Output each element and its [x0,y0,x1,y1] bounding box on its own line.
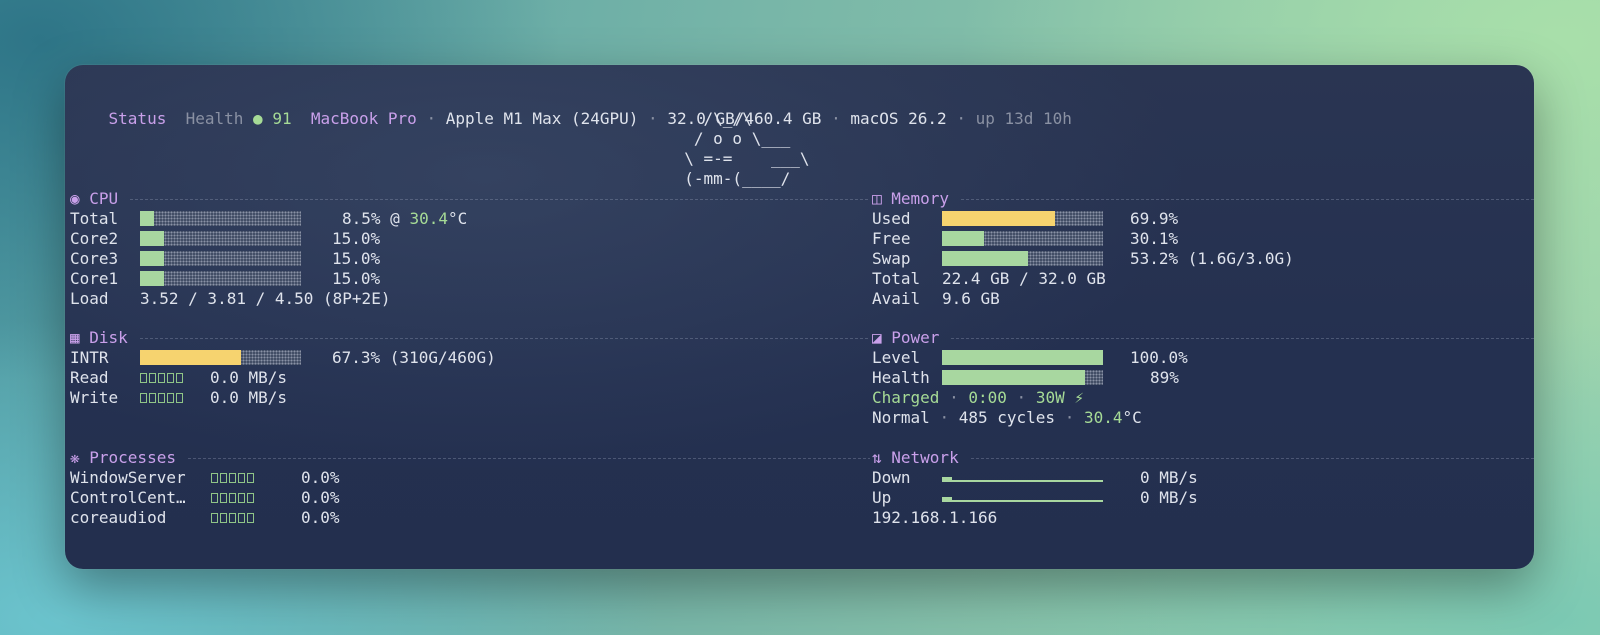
cpu-title: ◉ CPU [70,189,119,208]
process-name: ControlCent… [70,488,186,507]
processes-title: ❋ Processes [70,448,176,467]
process-cpu-value: 0.0% [301,488,340,507]
memory-avail-label: Avail [872,289,921,308]
process-name: WindowServer [70,468,186,487]
process-cpu-value: 0.0% [301,508,340,527]
disk-usage-bar [140,350,301,365]
status-label: Status [108,109,167,128]
network-down-graph [942,471,1103,483]
memory-total-label: Total [872,269,921,288]
memory-swap-bar [942,251,1103,266]
power-section-header: ◪ Power [872,328,1534,348]
health-dot-icon: ● [253,109,263,128]
disk-write-value: 0.0 MB/s [210,388,288,407]
memory-row-label: Swap [872,249,911,268]
network-title: ⇅ Network [872,448,959,467]
memory-free-bar [942,231,1103,246]
core2-bar [140,231,301,246]
network-up-value: 0 MB/s [1140,488,1198,507]
device-name: MacBook Pro [310,109,417,128]
memory-row-label: Used [872,209,911,228]
cpu-row-label: Core3 [70,249,119,268]
processes-section-header: ❋ Processes [70,448,870,468]
battery-level-bar [942,350,1103,365]
core3-value: 15.0% [332,249,381,268]
disk-read-label: Read [70,368,109,387]
uptime: up 13d 10h [975,109,1072,128]
ip-address: 192.168.1.166 [872,508,998,527]
cpu-total-bar [140,211,301,226]
core2-value: 15.0% [332,229,381,248]
battery-health-bar [942,370,1103,385]
disk-write-label: Write [70,388,119,407]
process-name: coreaudiod [70,508,167,527]
core1-bar [140,271,301,286]
chip-name: Apple M1 Max (24GPU) [445,109,639,128]
disk-section-header: ▦ Disk [70,328,870,348]
power-level-label: Level [872,348,921,367]
network-down-value: 0 MB/s [1140,468,1198,487]
disk-write-sparkline [140,392,183,404]
memory-total-value: 22.4 GB / 32.0 GB [942,269,1106,288]
cpu-temp: 30.4 [409,209,448,228]
cpu-row-label: Core2 [70,229,119,248]
disk-intr-label: INTR [70,348,109,367]
process-cpu-value: 0.0% [301,468,340,487]
memory-section-header: ◫ Memory [872,189,1534,209]
health-score: 91 [272,109,292,128]
process-sparkline [211,512,254,524]
cpu-section-header: ◉ CPU [70,189,870,209]
process-sparkline [211,472,254,484]
cpu-total-value: 8.5% [342,209,381,228]
network-section-header: ⇅ Network [872,448,1534,468]
memory-swap-value: 53.2% (1.6G/3.0G) [1130,249,1294,268]
disk-read-value: 0.0 MB/s [210,368,288,387]
status-bar: Status Health ● 91 MacBook Pro · Apple M… [108,109,1072,128]
memory-used-bar [942,211,1103,226]
disk-title: ▦ Disk [70,328,128,347]
core3-bar [140,251,301,266]
bolt-icon: ⚡ [1074,388,1084,407]
battery-level-value: 100.0% [1130,348,1188,367]
memory-title: ◫ Memory [872,189,950,208]
power-title: ◪ Power [872,328,940,347]
memory-row-label: Free [872,229,911,248]
memory-free-value: 30.1% [1130,229,1179,248]
terminal-window: Status Health ● 91 MacBook Pro · Apple M… [65,65,1534,569]
power-health-label: Health [872,368,930,387]
disk-usage-value: 67.3% (310G/460G) [332,348,496,367]
load-label: Load [70,289,109,308]
cpu-row-label: Core1 [70,269,119,288]
core1-value: 15.0% [332,269,381,288]
ascii-cat-logo: /\_/\ / o o \___ \ =-= ___\ (-mm-(____/ [665,109,810,188]
memory-used-value: 69.9% [1130,209,1179,228]
health-label: Health [185,109,244,128]
cpu-row-label: Total [70,209,119,228]
power-mode-line: Normal · 485 cycles · 30.4°C [872,408,1142,427]
load-value: 3.52 / 3.81 / 4.50 (8P+2E) [140,289,391,308]
memory-avail-value: 9.6 GB [942,289,1000,308]
battery-health-value: 89% [1150,368,1179,387]
charge-status: Charged · 0:00 · 30W ⚡ [872,388,1084,407]
network-up-graph [942,491,1103,503]
network-down-label: Down [872,468,911,487]
network-up-label: Up [872,488,892,507]
disk-read-sparkline [140,372,183,384]
process-sparkline [211,492,254,504]
